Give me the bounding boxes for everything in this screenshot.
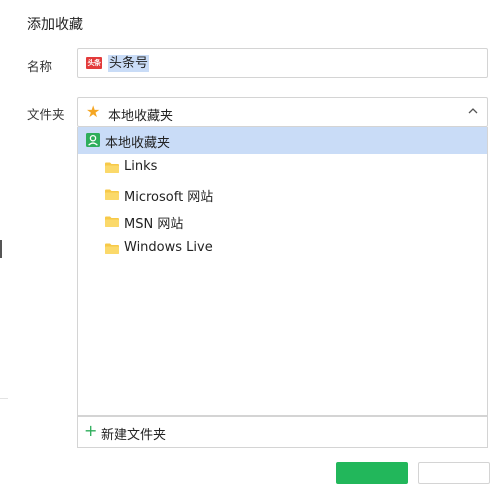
name-input-value[interactable]: 头条号	[108, 55, 150, 72]
confirm-button[interactable]	[336, 462, 408, 484]
dialog-title: 添加收藏	[27, 17, 83, 33]
folder-tree: 本地收藏夹 Links Microsoft 网站 MSN 网站 Windows …	[77, 127, 488, 416]
tree-item-links[interactable]: Links	[78, 154, 487, 181]
tree-item-label: Microsoft 网站	[124, 190, 214, 205]
chevron-up-icon[interactable]	[468, 106, 478, 116]
tree-item-msn[interactable]: MSN 网站	[78, 208, 487, 235]
name-input[interactable]: 头条 头条号	[77, 48, 488, 78]
plus-icon: +	[84, 421, 98, 440]
new-folder-label: 新建文件夹	[101, 428, 167, 443]
window-edge-line	[0, 398, 8, 399]
folder-icon	[105, 162, 119, 173]
user-icon	[86, 133, 100, 147]
cancel-button[interactable]	[418, 462, 490, 484]
tree-item-label: Windows Live	[124, 240, 213, 255]
new-folder-button[interactable]: + 新建文件夹	[77, 416, 488, 448]
tree-item-label: Links	[124, 159, 158, 174]
folder-icon	[105, 243, 119, 254]
site-favicon-icon: 头条	[86, 57, 102, 69]
name-label: 名称	[27, 59, 53, 74]
folder-label: 文件夹	[27, 107, 65, 122]
tree-item-root-label: 本地收藏夹	[105, 136, 171, 151]
window-edge-divider	[0, 240, 2, 258]
folder-icon	[105, 189, 119, 200]
folder-dropdown-value: 本地收藏夹	[108, 109, 174, 124]
tree-item-windows-live[interactable]: Windows Live	[78, 235, 487, 262]
tree-item-label: MSN 网站	[124, 217, 184, 232]
folder-icon	[105, 216, 119, 227]
folder-dropdown[interactable]: ★ 本地收藏夹	[77, 97, 488, 127]
tree-item-root[interactable]: 本地收藏夹	[78, 127, 487, 154]
star-icon: ★	[86, 102, 101, 121]
tree-item-microsoft[interactable]: Microsoft 网站	[78, 181, 487, 208]
